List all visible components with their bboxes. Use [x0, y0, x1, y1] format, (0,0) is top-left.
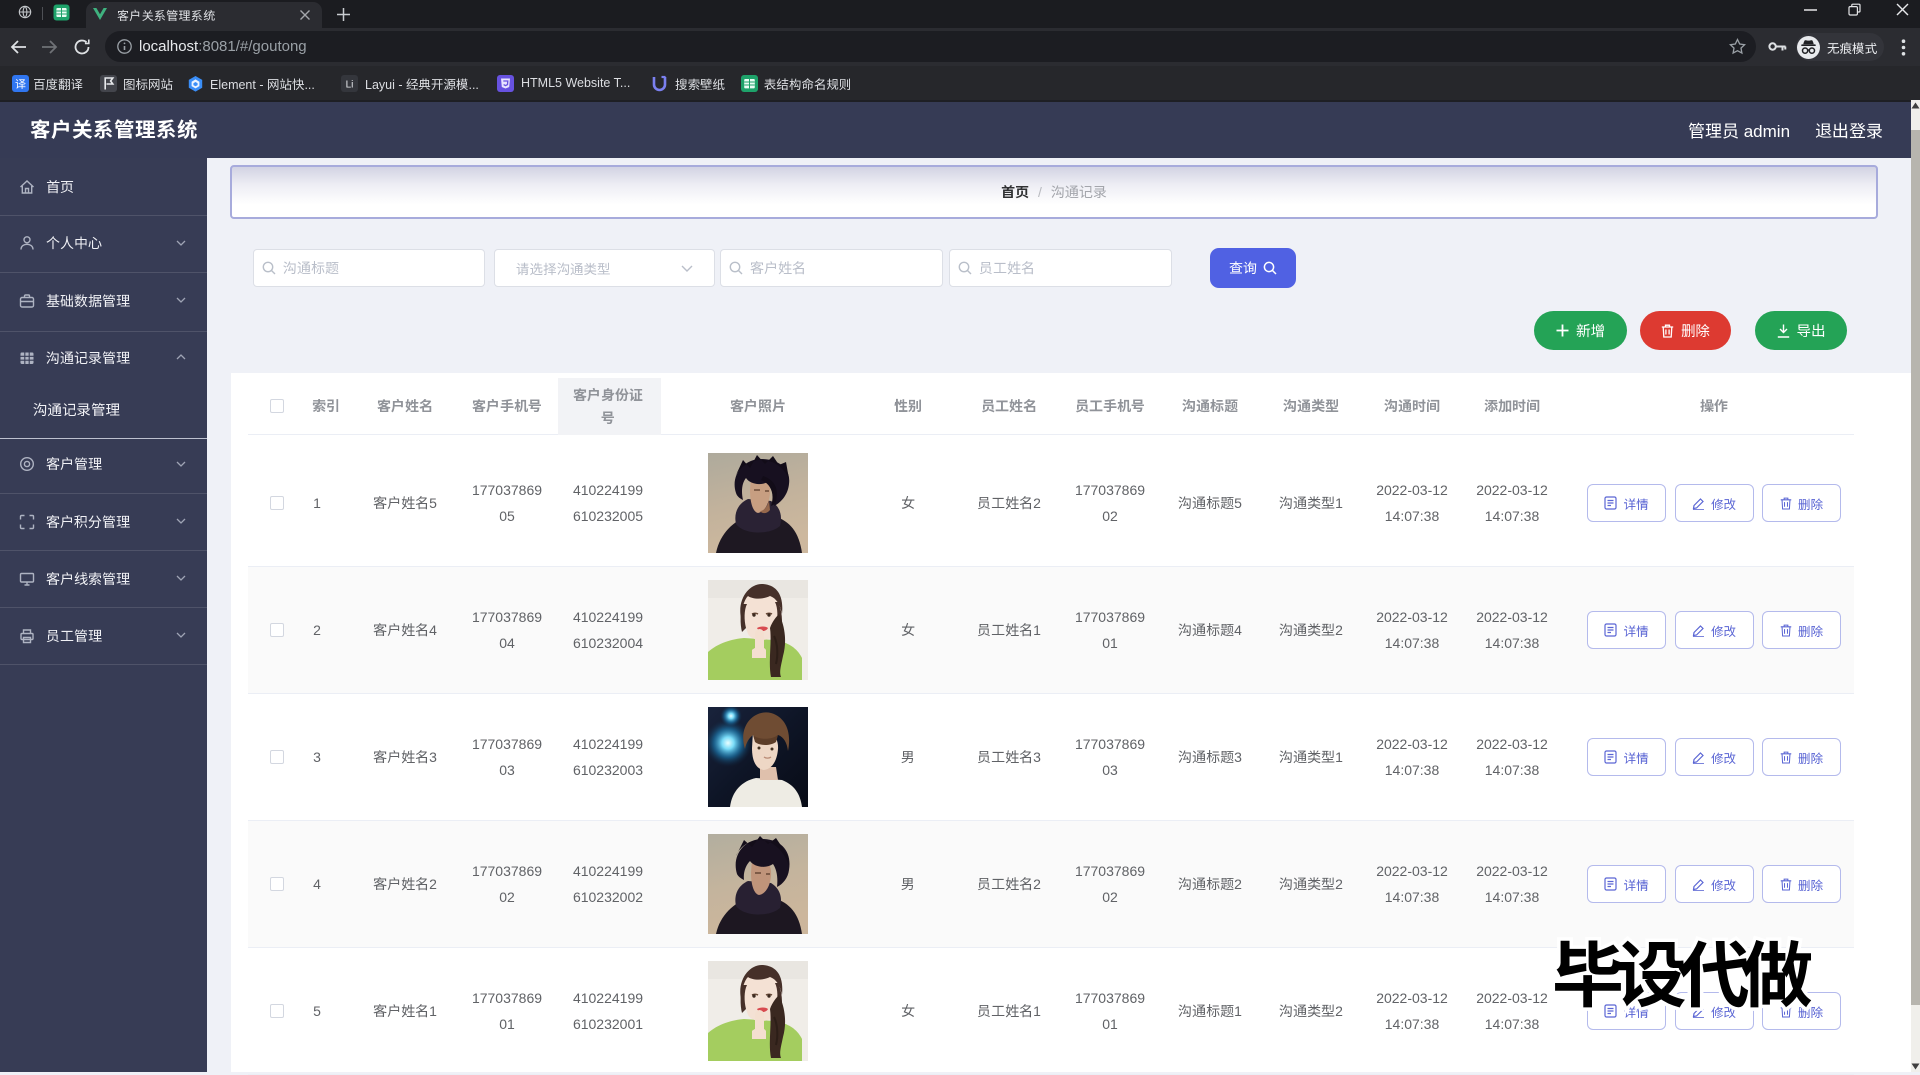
svg-text:Li: Li [346, 80, 354, 91]
svg-text:译: 译 [15, 76, 26, 92]
